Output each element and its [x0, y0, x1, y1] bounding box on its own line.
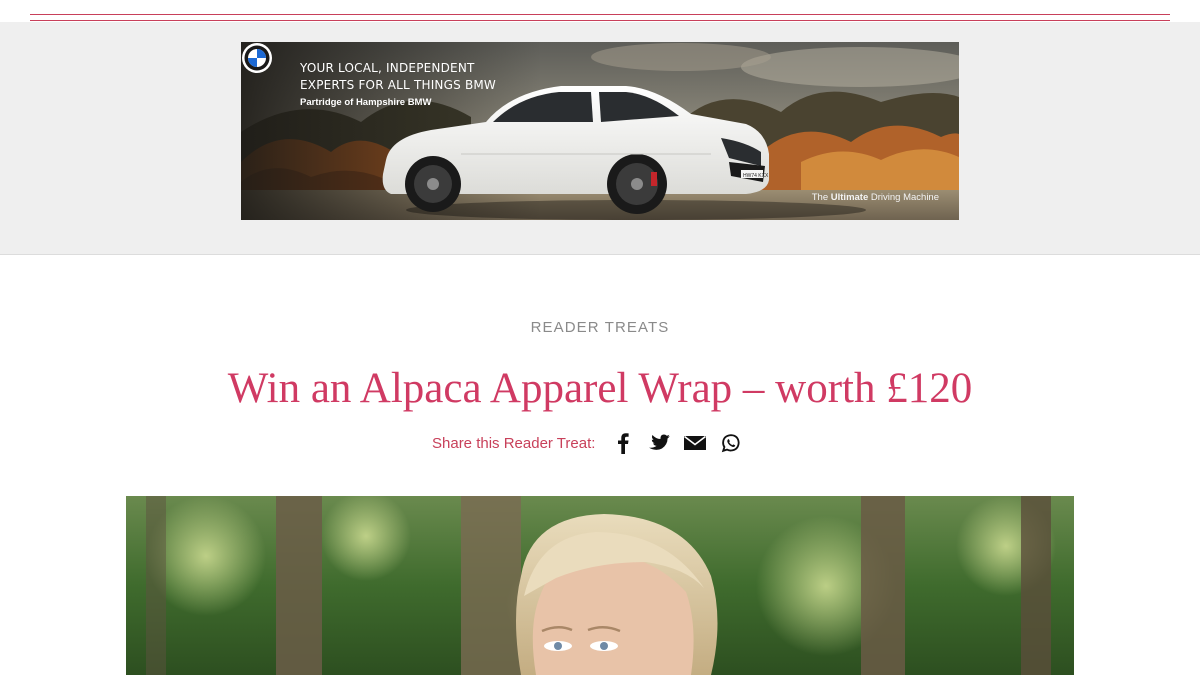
header-rule-bottom	[30, 20, 1170, 21]
tagline-post: Driving Machine	[868, 192, 939, 203]
tagline-bold: Ultimate	[830, 192, 869, 203]
share-label: Share this Reader Treat:	[432, 434, 596, 452]
tagline-pre: The	[811, 192, 831, 203]
email-icon	[684, 435, 707, 450]
advert-headline: YOUR LOCAL, INDEPENDENT EXPERTS FOR ALL …	[300, 60, 540, 94]
share-whatsapp-button[interactable]	[713, 429, 749, 457]
header-rule-top	[30, 14, 1170, 15]
advert-band: HW74 KXX YOUR LOCAL, INDEPENDENT EXPERTS…	[0, 22, 1200, 255]
twitter-icon	[649, 434, 671, 450]
advert-dealer: Partridge of Hampshire BMW	[300, 97, 432, 108]
number-plate: HW74 KXX	[743, 173, 769, 179]
hero-image	[126, 496, 1074, 675]
hero-photo-woman-in-woodland	[126, 496, 1074, 675]
article-title: Win an Alpaca Apparel Wrap – worth £120	[227, 365, 973, 412]
share-email-button[interactable]	[677, 429, 713, 457]
bmw-advert-banner[interactable]: HW74 KXX YOUR LOCAL, INDEPENDENT EXPERTS…	[241, 42, 959, 220]
share-twitter-button[interactable]	[641, 429, 677, 457]
facebook-icon	[618, 433, 630, 454]
whatsapp-icon	[722, 434, 741, 453]
article-category[interactable]: READER TREATS	[0, 319, 1200, 336]
advert-headline-line1: YOUR LOCAL, INDEPENDENT	[300, 61, 475, 75]
bmw-roundel-icon	[242, 43, 272, 73]
share-bar: Share this Reader Treat:	[432, 428, 749, 458]
share-facebook-button[interactable]	[605, 429, 641, 457]
advert-tagline: The Ultimate Driving Machine	[812, 192, 939, 203]
advert-headline-line2: EXPERTS FOR ALL THINGS BMW	[300, 78, 496, 92]
